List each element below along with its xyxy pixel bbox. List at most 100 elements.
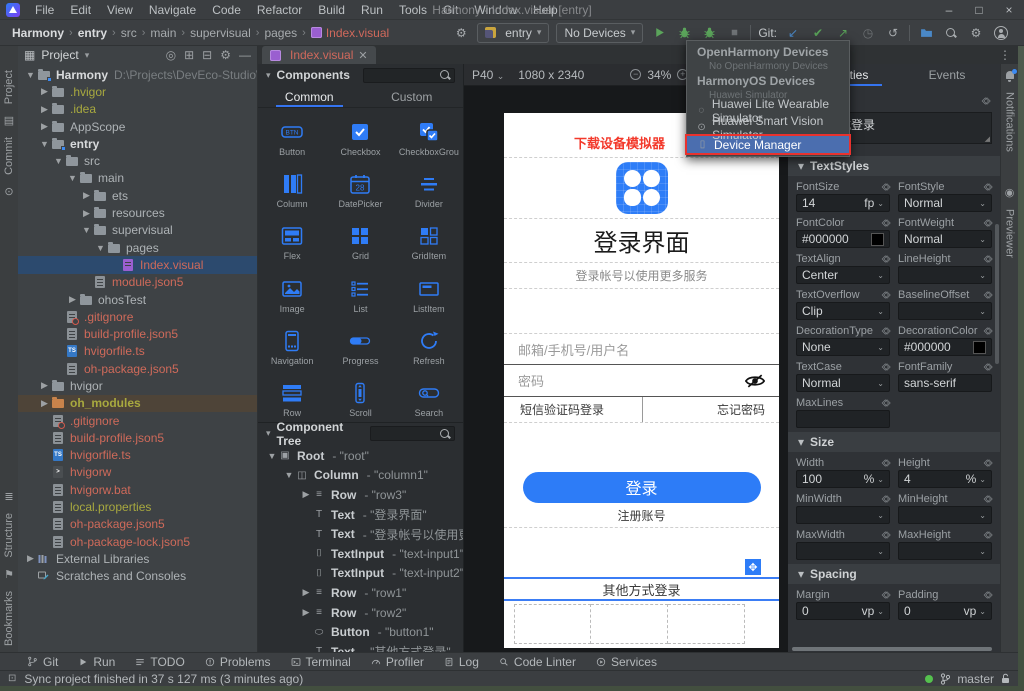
chevron-open-icon[interactable]: ▼ [266, 451, 278, 461]
link-icon[interactable]: ⧉ [880, 493, 893, 506]
tool-window-button-code-linter[interactable]: Code Linter [490, 653, 585, 670]
tool-window-button-git[interactable]: Git [18, 653, 67, 670]
tree-row-oh-package-lock-json5[interactable]: oh-package-lock.json5 [18, 533, 257, 550]
components-search-input[interactable] [363, 68, 455, 83]
field-select-control[interactable]: Normal⌄ [898, 194, 992, 212]
tree-row-local-properties[interactable]: local.properties [18, 498, 257, 515]
tree-row-build-profile-json5[interactable]: build-profile.json5 [18, 325, 257, 342]
palette-item-button[interactable]: BTNButton [258, 112, 326, 164]
tool-window-button-services[interactable]: Services [587, 653, 666, 670]
tree-row-supervisual[interactable]: ▼supervisual [18, 222, 257, 239]
link-icon[interactable]: ⧉ [982, 217, 995, 230]
notifications-bell-icon[interactable] [1004, 70, 1016, 82]
tool-window-button-terminal[interactable]: Terminal [282, 653, 360, 670]
component-tree-row-textinput-6[interactable]: ⌷TextInput- "text-input2" [258, 564, 463, 584]
tree-row--hvigor[interactable]: ▶.hvigor [18, 83, 257, 100]
link-icon[interactable]: ⧉ [982, 493, 995, 506]
tab-events[interactable]: Events [894, 64, 1000, 86]
field-select-control[interactable]: ⌄ [898, 542, 992, 560]
design-canvas[interactable]: 登录界面 登录帐号以使用更多服务 邮箱/手机号/用户名 密码 短信验证码登录 [464, 86, 788, 652]
menu-item-view[interactable]: View [100, 1, 140, 19]
tree-row-index-visual[interactable]: Index.visual [18, 256, 257, 273]
chevron-closed-icon[interactable]: ▶ [38, 86, 51, 97]
menu-item-run[interactable]: Run [354, 1, 390, 19]
horizontal-scrollbar[interactable] [792, 647, 992, 651]
minimize-button[interactable]: – [934, 0, 964, 19]
window-mode-icon[interactable]: ⊡ [8, 673, 16, 684]
project-panel-header[interactable]: ▦ Project ▾ ◎ ⊞ ⊟ ⚙ — [18, 46, 258, 64]
vertical-scrollbar[interactable] [995, 224, 999, 364]
chevron-open-icon[interactable]: ▼ [38, 139, 51, 149]
device-model-select[interactable]: P40 ⌄ [472, 68, 504, 82]
breadcrumb-item-index-visual[interactable]: Index.visual [309, 26, 391, 40]
tree-row-scratches-and-consoles[interactable]: Scratches and Consoles [18, 568, 257, 585]
maximize-button[interactable]: □ [964, 0, 994, 19]
link-icon[interactable]: ⧉ [880, 289, 893, 302]
eye-off-icon[interactable] [745, 374, 765, 388]
palette-item-grid[interactable]: Grid [326, 217, 394, 269]
menu-item-navigate[interactable]: Navigate [142, 1, 203, 19]
palette-item-search[interactable]: Search [395, 373, 463, 425]
chevron-closed-icon[interactable]: ▶ [300, 607, 312, 618]
chevron-closed-icon[interactable]: ▶ [80, 208, 93, 219]
field-color-control[interactable]: #000000 [796, 230, 890, 248]
chevron-open-icon[interactable]: ▼ [52, 156, 65, 166]
chevron-open-icon[interactable]: ▼ [94, 243, 107, 253]
field-select-control[interactable]: ⌄ [796, 506, 890, 524]
device-file-browser-icon[interactable] [917, 24, 935, 42]
tree-row-hvigorw[interactable]: >hvigorw [18, 464, 257, 481]
tool-button-previewer[interactable]: Previewer [1004, 209, 1016, 258]
profile-avatar[interactable] [992, 24, 1010, 42]
tool-button-structure[interactable]: Structure [3, 513, 15, 558]
palette-item-datepicker[interactable]: 28DatePicker [326, 164, 394, 216]
more-options-icon[interactable]: ⋮ [999, 48, 1012, 62]
field-select-control[interactable]: Center⌄ [796, 266, 890, 284]
git-push-icon[interactable]: ↗ [834, 24, 852, 42]
debug-button[interactable] [675, 24, 693, 42]
tool-button-project[interactable]: Project [3, 70, 15, 104]
tab-common[interactable]: Common [258, 86, 361, 107]
tree-row-external-libraries[interactable]: ▶External Libraries [18, 550, 257, 567]
color-swatch[interactable] [871, 233, 884, 246]
tree-row-ohostest[interactable]: ▶ohosTest [18, 291, 257, 308]
link-icon[interactable]: ⧉ [982, 289, 995, 302]
palette-item-divider[interactable]: Divider [395, 164, 463, 216]
component-tree-row-text-10[interactable]: TText- "其他方式登录" [258, 642, 463, 652]
link-icon[interactable]: ⧉ [880, 217, 893, 230]
run-button[interactable] [650, 24, 668, 42]
menu-item-file[interactable]: File [28, 1, 61, 19]
link-icon[interactable]: ⧉ [880, 181, 893, 194]
tree-row-module-json5[interactable]: module.json5 [18, 274, 257, 291]
field-color-control[interactable]: #000000 [898, 338, 992, 356]
stop-button[interactable] [725, 24, 743, 42]
palette-item-flex[interactable]: Flex [258, 217, 326, 269]
sync-settings-gear-icon[interactable]: ⚙ [452, 24, 470, 42]
tree-row-build-profile-json5[interactable]: build-profile.json5 [18, 429, 257, 446]
chevron-open-icon[interactable]: ▼ [80, 225, 93, 235]
password-input[interactable]: 密码 [504, 365, 779, 397]
chevron-closed-icon[interactable]: ▶ [66, 294, 79, 305]
field-unit-control[interactable]: 14fp⌄ [796, 194, 890, 212]
tree-row-appscope[interactable]: ▶AppScope [18, 118, 257, 135]
gear-icon[interactable]: ⚙ [220, 48, 231, 62]
chevron-closed-icon[interactable]: ▶ [80, 190, 93, 201]
link-icon[interactable]: ⧉ [980, 95, 993, 108]
link-icon[interactable]: ⧉ [982, 253, 995, 266]
palette-item-row[interactable]: Row [258, 373, 326, 425]
palette-item-column[interactable]: Column [258, 164, 326, 216]
field-select-control[interactable]: Clip⌄ [796, 302, 890, 320]
dropdown-item-huawei-smart-vision-simulator[interactable]: ⊙Huawei Smart Vision Simulator [687, 119, 849, 136]
chevron-down-icon[interactable]: ▾ [266, 70, 271, 81]
tree-row-hvigor[interactable]: ▶hvigor [18, 377, 257, 394]
chevron-open-icon[interactable]: ▼ [66, 173, 79, 183]
breadcrumb-item-pages[interactable]: pages [262, 26, 299, 40]
link-icon[interactable]: ⧉ [880, 529, 893, 542]
section-header-spacing[interactable]: ▾Spacing [788, 564, 1000, 584]
link-icon[interactable]: ⧉ [880, 589, 893, 602]
tool-button-commit[interactable]: Commit [3, 137, 15, 175]
login-title[interactable]: 登录界面 [504, 219, 779, 263]
palette-item-image[interactable]: Image [258, 269, 326, 321]
field-unit-control[interactable]: 4%⌄ [898, 470, 992, 488]
git-update-icon[interactable]: ↙ [784, 24, 802, 42]
field-select-control[interactable]: None⌄ [796, 338, 890, 356]
